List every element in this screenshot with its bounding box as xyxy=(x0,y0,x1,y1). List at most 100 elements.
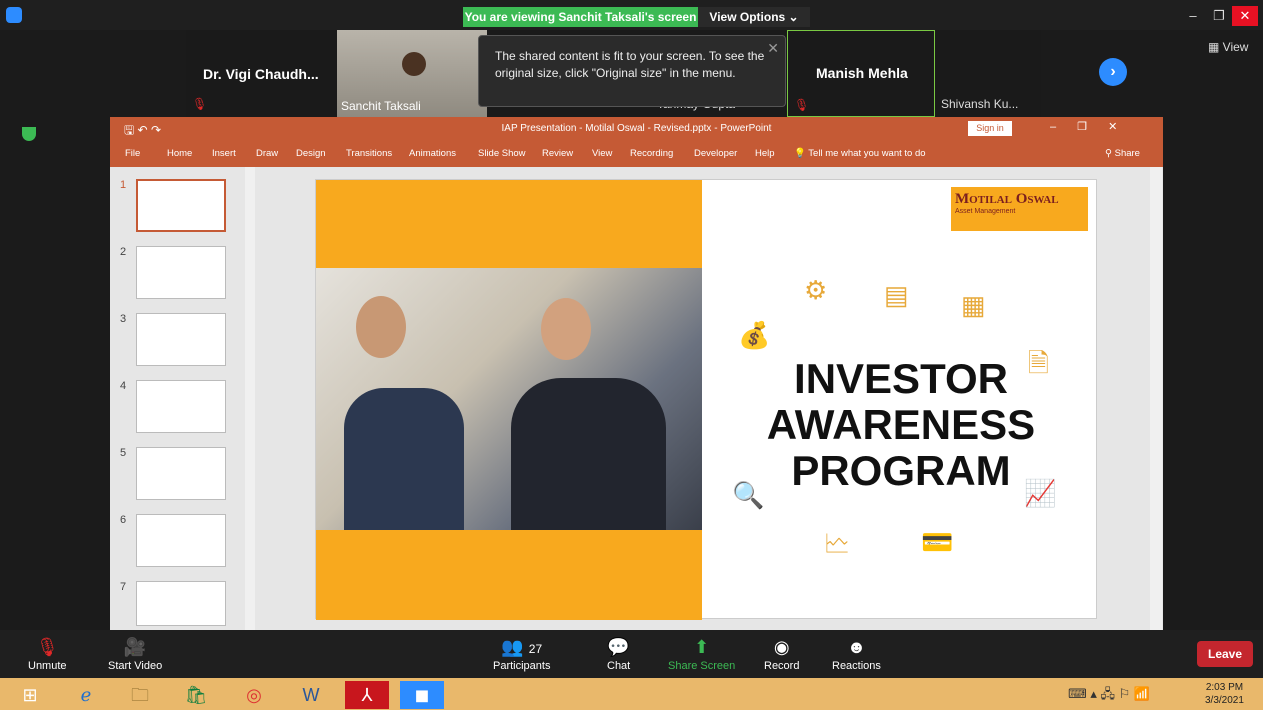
slide-title: INVESTOR AWARENESS PROGRAM xyxy=(736,356,1066,494)
powerpoint-window: 🖫 ↶ ↷ IAP Presentation - Motilal Oswal -… xyxy=(110,117,1163,630)
business-meeting-photo xyxy=(316,268,702,530)
store-icon[interactable]: 🛍 xyxy=(174,681,218,709)
slide-number: 3 xyxy=(120,313,127,325)
tab-help[interactable]: Help xyxy=(755,148,775,159)
slide-canvas[interactable]: Motilal Oswal Asset Management ⚙ ▤ ▦ 💰 🗎… xyxy=(315,179,1097,620)
slide-number: 7 xyxy=(120,581,127,593)
tab-review[interactable]: Review xyxy=(542,148,573,159)
slide-thumbnail-3[interactable] xyxy=(136,313,226,366)
zoom-taskbar-icon[interactable]: ◼ xyxy=(400,681,444,709)
slide-thumbnail-6[interactable] xyxy=(136,514,226,567)
zoom-bottom-bar: 🎙 Unmute 🎥 Start Video 👥 27 Participants… xyxy=(0,630,1263,678)
logo-subtitle: Asset Management xyxy=(955,208,1016,215)
slide-thumbnail-5[interactable] xyxy=(136,447,226,500)
photo-person-left xyxy=(344,388,464,530)
slide-number: 4 xyxy=(120,380,127,392)
participant-name: Shivansh Ku... xyxy=(941,97,1019,111)
unmute-button[interactable]: 🎙 Unmute xyxy=(28,634,67,672)
motilal-oswal-logo: Motilal Oswal Asset Management xyxy=(951,187,1088,231)
report-icon: ▦ xyxy=(961,290,986,320)
share-button[interactable]: ⚲ Share xyxy=(1105,148,1140,159)
slide-thumbnail-2[interactable] xyxy=(136,246,226,299)
slide-scrollbar[interactable] xyxy=(1150,167,1162,630)
clock-date: 3/3/2021 xyxy=(1205,695,1244,706)
record-label: Record xyxy=(764,660,800,672)
security-shield-icon xyxy=(22,127,36,141)
reactions-button[interactable]: ☻ Reactions xyxy=(832,634,881,672)
view-label: View xyxy=(1222,40,1249,54)
close-tooltip-icon[interactable]: ✕ xyxy=(767,40,779,57)
tab-draw[interactable]: Draw xyxy=(256,148,278,159)
share-label: Share xyxy=(1114,148,1140,159)
tab-insert[interactable]: Insert xyxy=(212,148,236,159)
chat-icon: 💬 xyxy=(607,637,630,657)
tab-home[interactable]: Home xyxy=(167,148,192,159)
participant-name: Sanchit Taksali xyxy=(341,99,421,113)
restore-icon[interactable]: ❐ xyxy=(1206,6,1232,26)
file-explorer-icon[interactable]: 🗀 xyxy=(118,681,162,709)
presentation-icon: 🗠 xyxy=(824,528,851,558)
tab-transitions[interactable]: Transitions xyxy=(346,148,392,159)
minimize-icon[interactable]: – xyxy=(1180,6,1206,26)
leave-button[interactable]: Leave xyxy=(1197,641,1253,667)
start-video-button[interactable]: 🎥 Start Video xyxy=(108,634,162,672)
participants-button[interactable]: 👥 27 Participants xyxy=(493,634,550,672)
tab-recording[interactable]: Recording xyxy=(630,148,673,159)
unmute-label: Unmute xyxy=(28,660,67,672)
person-icon: ⚲ xyxy=(1105,148,1115,159)
tab-view[interactable]: View xyxy=(592,148,612,159)
title-line: INVESTOR xyxy=(794,355,1008,402)
internet-explorer-icon[interactable]: ℯ xyxy=(64,681,108,709)
keyboard-icon[interactable]: ⌨ ▴ 🖧 ⚐ 📶 xyxy=(1068,685,1150,707)
zoom-app-icon xyxy=(6,7,22,23)
slide-thumbnail-4[interactable] xyxy=(136,380,226,433)
chrome-icon[interactable]: ◎ xyxy=(232,681,276,709)
slide-thumbnail-1[interactable] xyxy=(136,179,226,232)
viewing-banner: You are viewing Sanchit Taksali's screen xyxy=(463,7,698,27)
tab-animations[interactable]: Animations xyxy=(409,148,456,159)
muted-mic-icon: 🎙 xyxy=(794,98,810,112)
participant-tile[interactable]: Dr. Vigi Chaudh... 🎙 xyxy=(186,30,337,117)
chat-label: Chat xyxy=(607,660,631,672)
card-hand-icon: 💳 xyxy=(921,527,954,557)
close-window-icon[interactable]: ✕ xyxy=(1232,6,1258,26)
ppt-title-bar: 🖫 ↶ ↷ IAP Presentation - Motilal Oswal -… xyxy=(110,117,1163,167)
logo-name: Motilal Oswal xyxy=(955,191,1059,207)
participant-name: Dr. Vigi Chaudh... xyxy=(203,66,319,82)
tab-design[interactable]: Design xyxy=(296,148,326,159)
title-line: PROGRAM xyxy=(791,447,1011,494)
view-options-button[interactable]: View Options ⌄ xyxy=(698,7,810,27)
ppt-window-controls[interactable]: – ❐ ✕ xyxy=(1050,120,1117,133)
participant-tile-active[interactable]: Manish Mehla 🎙 xyxy=(787,30,935,117)
slide-number: 6 xyxy=(120,514,127,526)
word-icon[interactable]: W xyxy=(289,681,333,709)
start-video-label: Start Video xyxy=(108,660,163,672)
tab-slide-show[interactable]: Slide Show xyxy=(478,148,526,159)
acrobat-icon[interactable]: ⅄ xyxy=(345,681,389,709)
tab-developer[interactable]: Developer xyxy=(694,148,737,159)
start-icon[interactable]: ⊞ xyxy=(8,681,52,709)
share-screen-button[interactable]: ⬆ Share Screen xyxy=(668,634,735,672)
sign-in-button[interactable]: Sign in xyxy=(968,121,1012,136)
view-button[interactable]: ▦ View xyxy=(1208,40,1248,54)
tell-me-label: Tell me what you want to do xyxy=(808,148,926,159)
reactions-label: Reactions xyxy=(832,660,881,672)
record-icon: ◉ xyxy=(773,637,790,657)
muted-mic-icon: 🎙 xyxy=(192,97,208,111)
zoom-top-bar: You are viewing Sanchit Taksali's screen… xyxy=(0,0,1263,30)
reactions-icon: ☻ xyxy=(846,637,866,657)
next-participants-button[interactable]: › xyxy=(1099,58,1127,86)
chat-button[interactable]: 💬 Chat xyxy=(607,634,630,672)
thumbnail-scrollbar[interactable] xyxy=(245,167,255,630)
record-button[interactable]: ◉ Record xyxy=(764,634,799,672)
participant-tile[interactable]: Shivansh Ku... xyxy=(935,30,1041,117)
tab-file[interactable]: File xyxy=(125,148,140,159)
system-clock[interactable]: 2:03 PM 3/3/2021 xyxy=(1205,681,1244,707)
share-screen-icon: ⬆ xyxy=(694,637,710,657)
title-line: AWARENESS xyxy=(766,401,1036,448)
share-screen-label: Share Screen xyxy=(668,660,736,672)
slide-thumbnail-7[interactable] xyxy=(136,581,226,626)
participants-label: Participants xyxy=(493,660,551,672)
dollar-gear-icon: ⚙ xyxy=(804,275,828,305)
tell-me-search[interactable]: 💡 Tell me what you want to do xyxy=(794,148,926,159)
